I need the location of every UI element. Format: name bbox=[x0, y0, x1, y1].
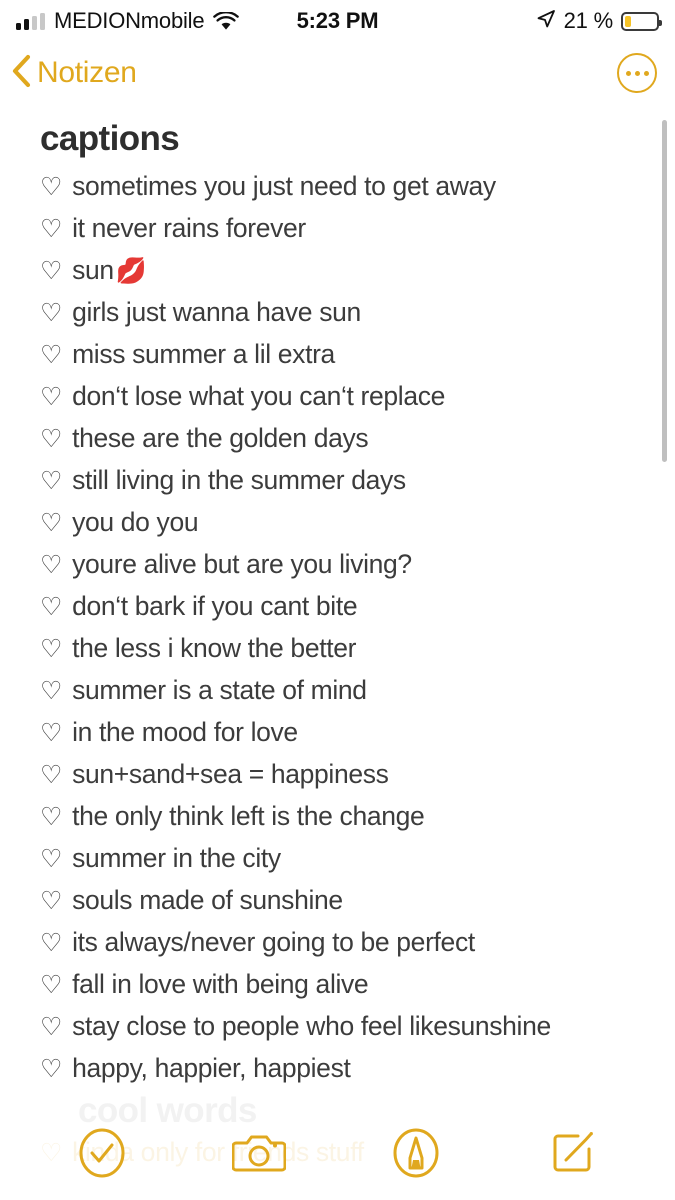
list-item-text: don‘t lose what you can‘t replace bbox=[72, 381, 445, 411]
list-item[interactable]: ♡ it never rains forever bbox=[40, 208, 655, 250]
more-dot-2 bbox=[634, 70, 640, 76]
location-arrow-icon bbox=[536, 9, 556, 34]
heart-icon: ♡ bbox=[40, 425, 63, 453]
list-item-text: don‘t bark if you cant bite bbox=[72, 591, 358, 621]
list-item[interactable]: ♡ these are the golden days bbox=[40, 418, 655, 460]
list-item[interactable]: ♡ happy, happier, happiest bbox=[40, 1048, 655, 1090]
heart-icon: ♡ bbox=[40, 803, 63, 831]
list-item-text: sun+sand+sea = happiness bbox=[72, 759, 389, 789]
list-item[interactable]: ♡ still living in the summer days bbox=[40, 460, 655, 502]
list-item[interactable]: ♡ summer in the city bbox=[40, 838, 655, 880]
heart-icon: ♡ bbox=[40, 215, 63, 243]
list-item-text: fall in love with being alive bbox=[72, 969, 369, 999]
heart-icon: ♡ bbox=[40, 173, 63, 201]
heart-icon: ♡ bbox=[40, 383, 63, 411]
more-dot-1 bbox=[625, 70, 631, 76]
heart-icon: ♡ bbox=[40, 593, 63, 621]
signal-bars-icon bbox=[16, 12, 45, 30]
list-item[interactable]: ♡ fall in love with being alive bbox=[40, 964, 655, 1006]
heart-icon: ♡ bbox=[40, 467, 63, 495]
status-bar-right: 21 % bbox=[536, 8, 662, 34]
compose-icon bbox=[549, 1129, 597, 1182]
list-item-text: sun bbox=[72, 255, 114, 285]
note-title: captions bbox=[40, 119, 180, 158]
heart-icon: ♡ bbox=[40, 257, 63, 285]
list-item[interactable]: ♡ don‘t bark if you cant bite bbox=[40, 586, 655, 628]
faded-heading: cool words bbox=[78, 1091, 257, 1130]
list-item[interactable]: ♡ souls made of sunshine bbox=[40, 880, 655, 922]
heart-icon: ♡ bbox=[40, 971, 63, 999]
heart-icon: ♡ bbox=[40, 845, 63, 873]
heart-icon: ♡ bbox=[40, 551, 63, 579]
note-content[interactable]: captions ♡ sometimes you just need to get… bbox=[0, 104, 675, 1090]
list-item-text: summer in the city bbox=[72, 843, 281, 873]
heart-icon: ♡ bbox=[40, 677, 63, 705]
list-item-text: souls made of sunshine bbox=[72, 885, 343, 915]
back-button[interactable]: Notizen bbox=[10, 53, 137, 94]
list-item-text: summer is a state of mind bbox=[72, 675, 367, 705]
pen-circle-icon bbox=[391, 1128, 441, 1183]
list-item-text: the only think left is the change bbox=[72, 801, 425, 831]
list-item[interactable]: ♡ sometimes you just need to get away bbox=[40, 166, 655, 208]
list-item-text: its always/never going to be perfect bbox=[72, 927, 475, 957]
note-scroll-area[interactable]: captions ♡ sometimes you just need to get… bbox=[0, 104, 675, 1200]
back-button-label: Notizen bbox=[37, 56, 137, 89]
heart-icon: ♡ bbox=[40, 341, 63, 369]
heart-icon: ♡ bbox=[40, 635, 63, 663]
list-item[interactable]: ♡ the less i know the better bbox=[40, 628, 655, 670]
heart-icon: ♡ bbox=[40, 1013, 63, 1041]
list-item[interactable]: ♡ youre alive but are you living? bbox=[40, 544, 655, 586]
list-item[interactable]: ♡ the only think left is the change bbox=[40, 796, 655, 838]
compose-button[interactable] bbox=[545, 1127, 601, 1183]
caption-list: ♡ sometimes you just need to get away ♡ it … bbox=[40, 166, 655, 1090]
list-item-text: sometimes you just need to get away bbox=[72, 171, 496, 201]
list-item-text: you do you bbox=[72, 507, 199, 537]
list-item[interactable]: ♡ sun+sand+sea = happiness bbox=[40, 754, 655, 796]
more-dot-3 bbox=[643, 70, 649, 76]
heart-icon: ♡ bbox=[40, 1139, 63, 1167]
list-item[interactable]: ♡ summer is a state of mind bbox=[40, 670, 655, 712]
list-item-text: stay close to people who feel likesunshi… bbox=[72, 1011, 551, 1041]
list-item-text: miss summer a lil extra bbox=[72, 339, 335, 369]
chevron-left-icon bbox=[10, 53, 32, 94]
list-item-text: still living in the summer days bbox=[72, 465, 406, 495]
nav-bar: Notizen bbox=[0, 42, 675, 104]
heart-icon: ♡ bbox=[40, 887, 63, 915]
status-bar: MEDIONmobile 5:23 PM 21 % bbox=[0, 0, 675, 42]
heart-icon: ♡ bbox=[40, 509, 63, 537]
list-item-text: in the mood for love bbox=[72, 717, 298, 747]
list-item[interactable]: ♡ miss summer a lil extra bbox=[40, 334, 655, 376]
list-item[interactable]: ♡ in the mood for love bbox=[40, 712, 655, 754]
vertical-scroll-indicator[interactable] bbox=[662, 120, 667, 462]
more-options-button[interactable] bbox=[617, 53, 657, 93]
heart-icon: ♡ bbox=[40, 719, 63, 747]
heart-icon: ♡ bbox=[40, 1055, 63, 1083]
heart-icon: ♡ bbox=[40, 761, 63, 789]
battery-icon bbox=[621, 11, 662, 31]
list-item[interactable]: ♡ you do you bbox=[40, 502, 655, 544]
camera-icon bbox=[231, 1131, 287, 1180]
list-item-text: youre alive but are you living? bbox=[72, 549, 412, 579]
markup-button[interactable] bbox=[388, 1127, 444, 1183]
list-item-text: it never rains forever bbox=[72, 213, 306, 243]
kiss-mark-emoji: 💋 bbox=[115, 257, 147, 285]
list-item-text: happy, happier, happiest bbox=[72, 1053, 351, 1083]
heart-icon: ♡ bbox=[40, 929, 63, 957]
battery-percent-label: 21 % bbox=[563, 8, 614, 33]
list-item[interactable]: ♡ its always/never going to be perfect bbox=[40, 922, 655, 964]
checklist-button[interactable] bbox=[74, 1127, 130, 1183]
check-circle-icon bbox=[77, 1128, 127, 1183]
list-item-text: girls just wanna have sun bbox=[72, 297, 361, 327]
list-item-text: the less i know the better bbox=[72, 633, 357, 663]
list-item-text: these are the golden days bbox=[72, 423, 369, 453]
list-item[interactable]: ♡ stay close to people who feel likesunsh… bbox=[40, 1006, 655, 1048]
status-bar-left: MEDIONmobile bbox=[16, 8, 240, 34]
list-item[interactable]: ♡ girls just wanna have sun bbox=[40, 292, 655, 334]
list-item[interactable]: ♡ don‘t lose what you can‘t replace bbox=[40, 376, 655, 418]
heart-icon: ♡ bbox=[40, 299, 63, 327]
wifi-icon bbox=[213, 11, 240, 31]
list-item[interactable]: ♡ sun 💋 bbox=[40, 250, 655, 292]
carrier-label: MEDIONmobile bbox=[54, 8, 205, 33]
camera-button[interactable] bbox=[231, 1127, 287, 1183]
